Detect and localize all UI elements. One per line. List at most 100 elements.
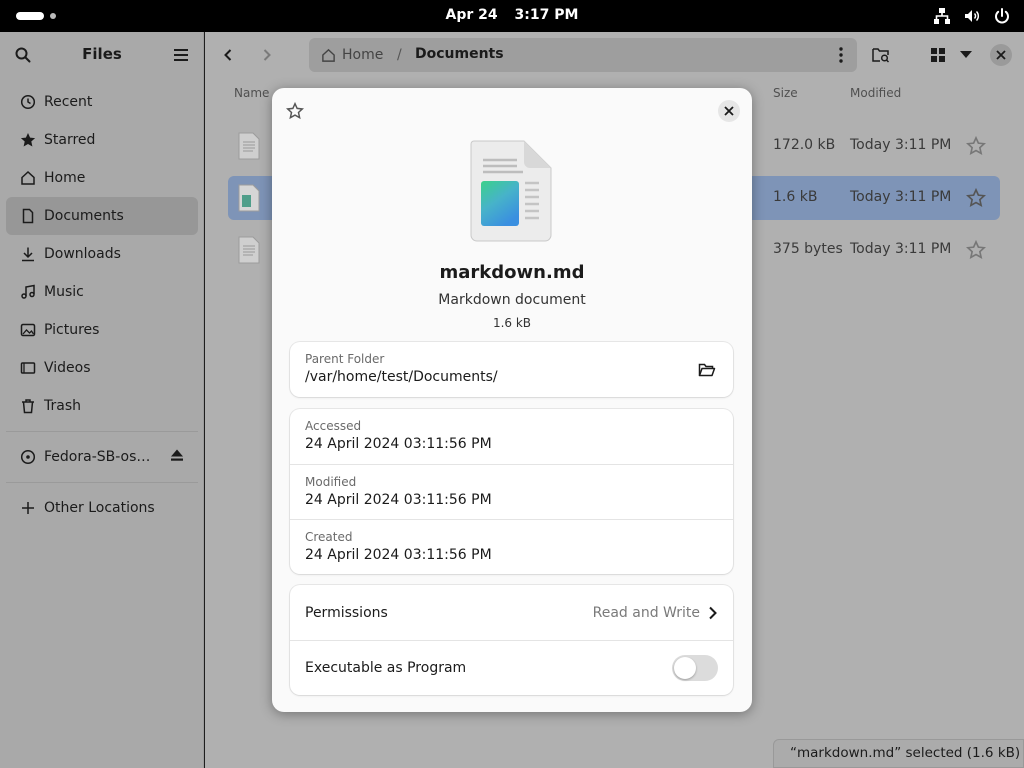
- file-modified: Today 3:11 PM: [850, 241, 952, 257]
- dialog-close-button[interactable]: [718, 100, 740, 122]
- sidebar-list: Recent Starred Home Documents Downloads …: [6, 83, 198, 527]
- top-bar: Apr 24 3:17 PM: [0, 0, 1024, 32]
- path-separator: /: [397, 47, 402, 63]
- grid-icon: [931, 48, 945, 62]
- close-icon: [724, 106, 734, 116]
- sidebar-item-documents[interactable]: Documents: [6, 197, 198, 235]
- volume-icon: [962, 6, 982, 26]
- path-home-label: Home: [342, 47, 384, 63]
- sidebar-item-label: Home: [44, 170, 86, 186]
- path-current[interactable]: Documents: [415, 46, 504, 62]
- video-icon: [20, 360, 36, 376]
- modified-label: Modified: [305, 475, 357, 489]
- selection-status: “markdown.md” selected (1.6 kB): [773, 739, 1024, 768]
- eject-icon[interactable]: [170, 448, 184, 466]
- clock[interactable]: Apr 24 3:17 PM: [0, 7, 1024, 23]
- star-icon: [286, 102, 304, 120]
- file-modified: Today 3:11 PM: [850, 189, 952, 205]
- open-folder-button[interactable]: [695, 358, 719, 382]
- chevron-right-icon: [263, 49, 271, 61]
- clock-time: 3:17 PM: [514, 7, 579, 23]
- path-menu-button[interactable]: [831, 45, 851, 65]
- plus-icon: [20, 500, 36, 516]
- sidebar-item-label: Downloads: [44, 246, 121, 262]
- created-value: 24 April 2024 03:11:56 PM: [305, 547, 492, 563]
- created-label: Created: [305, 530, 353, 544]
- permissions-label: Permissions: [305, 604, 388, 621]
- accessed-value: 24 April 2024 03:11:56 PM: [305, 436, 492, 452]
- sidebar-item-recent[interactable]: Recent: [6, 83, 198, 121]
- markdown-file-icon: [470, 140, 552, 242]
- system-tray[interactable]: [932, 6, 1012, 26]
- home-icon: [20, 170, 36, 186]
- file-thumbnail-icon: [238, 236, 260, 264]
- download-icon: [20, 246, 36, 262]
- sidebar-item-other-locations[interactable]: Other Locations: [6, 489, 198, 527]
- sidebar-item-music[interactable]: Music: [6, 273, 198, 311]
- column-header-modified[interactable]: Modified: [850, 86, 901, 100]
- hamburger-icon: [174, 49, 188, 61]
- star-icon[interactable]: [965, 239, 987, 260]
- sidebar: Files Recent Starred Home Documents Down…: [0, 32, 204, 768]
- permissions-row[interactable]: Permissions Read and Write: [290, 585, 733, 640]
- picture-icon: [20, 322, 36, 338]
- star-icon: [20, 132, 36, 148]
- sidebar-divider: [6, 482, 198, 483]
- properties-dialog: markdown.md Markdown document 1.6 kB Par…: [272, 88, 752, 712]
- chevron-left-icon: [224, 49, 232, 61]
- column-header-size[interactable]: Size: [773, 86, 798, 100]
- executable-label: Executable as Program: [305, 660, 467, 676]
- sidebar-item-label: Starred: [44, 132, 96, 148]
- network-icon: [932, 6, 952, 26]
- column-header-name[interactable]: Name: [234, 86, 269, 100]
- sidebar-item-drive[interactable]: Fedora-SB-os…: [6, 438, 198, 476]
- sidebar-item-label: Trash: [44, 398, 81, 414]
- star-icon[interactable]: [965, 187, 987, 208]
- sidebar-header: Files: [0, 32, 204, 78]
- executable-toggle[interactable]: [672, 655, 718, 681]
- clock-icon: [20, 94, 36, 110]
- sidebar-item-starred[interactable]: Starred: [6, 121, 198, 159]
- sidebar-item-label: Music: [44, 284, 84, 300]
- file-size: 172.0 kB: [773, 137, 836, 153]
- sidebar-item-pictures[interactable]: Pictures: [6, 311, 198, 349]
- star-icon[interactable]: [965, 135, 987, 156]
- close-icon: [996, 50, 1006, 60]
- toggle-knob: [674, 657, 696, 679]
- chevron-right-icon: [709, 606, 717, 619]
- sidebar-item-videos[interactable]: Videos: [6, 349, 198, 387]
- path-home[interactable]: Home: [321, 47, 383, 63]
- forward-button[interactable]: [255, 43, 279, 67]
- view-grid-button[interactable]: [926, 43, 950, 67]
- timestamps-card: Accessed 24 April 2024 03:11:56 PM Modif…: [290, 409, 733, 574]
- file-size: 1.6 kB: [492, 316, 532, 330]
- sidebar-item-label: Documents: [44, 208, 124, 224]
- chevron-down-icon: [960, 51, 972, 58]
- back-button[interactable]: [216, 43, 240, 67]
- trash-icon: [20, 398, 36, 414]
- main-menu-button[interactable]: [169, 43, 193, 67]
- permissions-value: Read and Write: [592, 604, 700, 621]
- view-options-button[interactable]: [954, 43, 978, 67]
- window-close-button[interactable]: [990, 44, 1012, 66]
- sidebar-item-label: Pictures: [44, 322, 100, 338]
- file-type: Markdown document: [438, 292, 586, 308]
- file-thumbnail-icon: [238, 184, 260, 212]
- sidebar-item-label: Other Locations: [44, 500, 155, 516]
- path-bar[interactable]: Home / Documents: [309, 38, 857, 72]
- header-bar: Home / Documents: [205, 32, 1024, 78]
- parent-folder-card: Parent Folder /var/home/test/Documents/: [290, 342, 733, 397]
- search-location-button[interactable]: [869, 43, 893, 67]
- file-thumbnail-icon: [238, 132, 260, 160]
- sidebar-item-downloads[interactable]: Downloads: [6, 235, 198, 273]
- sidebar-item-trash[interactable]: Trash: [6, 387, 198, 425]
- sidebar-item-label: Fedora-SB-os…: [44, 449, 151, 465]
- home-icon: [322, 48, 335, 62]
- sidebar-item-home[interactable]: Home: [6, 159, 198, 197]
- modified-row: Modified 24 April 2024 03:11:56 PM: [290, 464, 733, 519]
- sidebar-item-label: Videos: [44, 360, 91, 376]
- clock-date: Apr 24: [445, 7, 498, 23]
- actions-card: Permissions Read and Write Executable as…: [290, 585, 733, 695]
- star-button[interactable]: [284, 100, 306, 122]
- sidebar-item-label: Recent: [44, 94, 93, 110]
